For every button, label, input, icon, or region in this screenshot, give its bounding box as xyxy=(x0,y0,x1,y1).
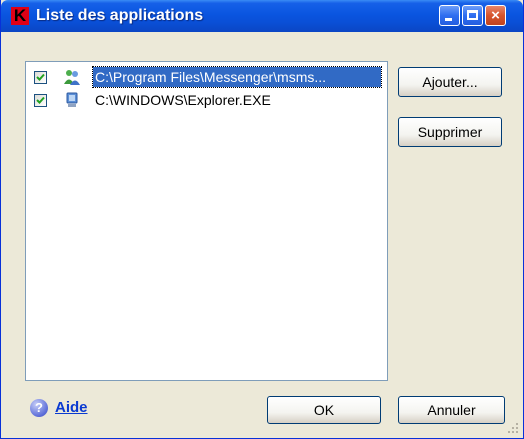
messenger-users-icon xyxy=(64,70,80,85)
kaspersky-app-icon: K xyxy=(11,7,29,25)
help-link[interactable]: Aide xyxy=(55,399,88,417)
close-icon: × xyxy=(491,7,500,24)
maximize-icon xyxy=(467,10,478,20)
applications-list[interactable]: C:\Program Files\Messenger\msms... C:\WI… xyxy=(25,61,388,381)
computer-monitor-icon xyxy=(66,92,78,107)
app-path: C:\WINDOWS\Explorer.EXE xyxy=(95,92,271,108)
add-button[interactable]: Ajouter... xyxy=(398,67,502,97)
window-title: Liste des applications xyxy=(36,7,204,24)
help-icon[interactable]: ? xyxy=(30,399,48,417)
checkmark-icon xyxy=(36,73,45,81)
checkmark-icon xyxy=(36,96,45,104)
close-button[interactable]: × xyxy=(485,5,506,26)
remove-button[interactable]: Supprimer xyxy=(398,117,502,147)
cancel-button[interactable]: Annuler xyxy=(398,396,505,424)
list-item[interactable]: C:\Program Files\Messenger\msms... xyxy=(30,66,385,88)
maximize-button[interactable] xyxy=(462,5,483,26)
resize-grip-icon[interactable] xyxy=(507,422,519,434)
list-item[interactable]: C:\WINDOWS\Explorer.EXE xyxy=(30,90,385,110)
app-checkbox[interactable] xyxy=(34,94,47,107)
minimize-button[interactable] xyxy=(439,5,460,26)
app-path: C:\Program Files\Messenger\msms... xyxy=(92,66,382,88)
title-bar[interactable]: K Liste des applications × xyxy=(1,0,523,32)
app-checkbox[interactable] xyxy=(34,71,47,84)
ok-button[interactable]: OK xyxy=(267,396,381,424)
minimize-icon xyxy=(445,18,452,21)
dialog-window: K Liste des applications × C:\Program Fi… xyxy=(0,0,524,439)
